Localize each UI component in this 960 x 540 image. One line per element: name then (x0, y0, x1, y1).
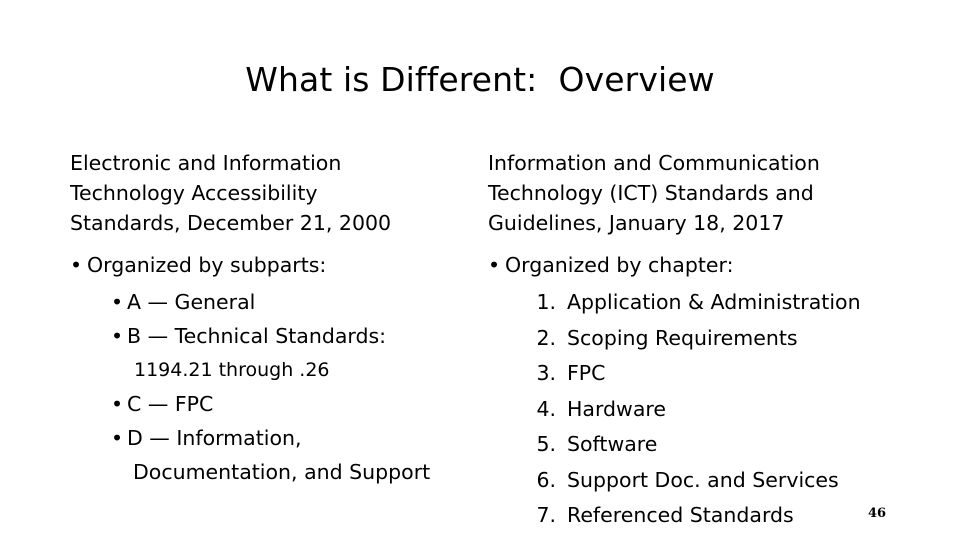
list-item: 4. Hardware (488, 392, 898, 428)
bullet-icon: • (488, 253, 501, 277)
list-item-label: 1194.21 through .26 (134, 359, 330, 381)
list-item-label: Support Doc. and Services (567, 467, 839, 492)
list-item: • B — Technical Standards: (70, 319, 470, 353)
list-item-label: A — General (127, 290, 256, 314)
left-lead-bullet-label: Organized by subparts: (87, 253, 327, 277)
list-item: • A — General (70, 285, 470, 319)
bullet-icon: • (111, 290, 124, 314)
list-item-label: C — FPC (127, 392, 214, 416)
list-item-label: FPC (567, 361, 606, 385)
list-item-label: Scoping Requirements (567, 325, 798, 350)
bullet-icon: • (111, 426, 124, 450)
right-numbered-list: 1. Application & Administration 2. Scopi… (488, 285, 898, 534)
list-item: • C — FPC (70, 387, 470, 421)
bullet-icon: • (111, 392, 124, 416)
right-heading-line-2: Technology (ICT) Standards and (488, 181, 814, 205)
list-item: 5. Software (488, 427, 898, 463)
left-heading-line-1: Electronic and Information (70, 151, 342, 175)
list-item-label: D — Information, (127, 426, 302, 450)
list-item: 7. Referenced Standards (488, 498, 898, 534)
left-heading-line-2: Technology Accessibility (70, 181, 318, 205)
list-item-number: 6. (536, 467, 556, 492)
left-column-heading: Electronic and Information Technology Ac… (70, 148, 470, 238)
bullet-icon: • (70, 253, 83, 277)
right-heading-line-3: Guidelines, January 18, 2017 (488, 211, 785, 235)
list-item-number: 2. (536, 325, 556, 350)
list-item-label: Referenced Standards (567, 503, 794, 527)
list-item: 3. FPC (488, 356, 898, 392)
list-item-number: 3. (536, 361, 556, 385)
list-item-number: 5. (536, 432, 556, 456)
list-item-number: 1. (536, 290, 556, 314)
right-content-column: Information and Communication Technology… (488, 148, 898, 534)
right-column-heading: Information and Communication Technology… (488, 148, 898, 238)
right-lead-bullet: • Organized by chapter: (488, 250, 898, 280)
list-item-label: Software (567, 432, 658, 456)
list-item-number: 4. (536, 396, 556, 421)
list-item-label: Hardware (567, 396, 666, 421)
list-item-label: B — Technical Standards: (127, 324, 387, 348)
list-item: 2. Scoping Requirements (488, 321, 898, 357)
slide: What is Different: Overview Electronic a… (0, 0, 960, 540)
list-item-continuation: 1194.21 through .26 (70, 353, 470, 387)
left-heading-line-3: Standards, December 21, 2000 (70, 211, 392, 235)
left-sub-list: • A — General • B — Technical Standards:… (70, 285, 470, 489)
right-heading-line-1: Information and Communication (488, 151, 820, 175)
list-item: 1. Application & Administration (488, 285, 898, 321)
page-number: 46 (868, 506, 887, 521)
left-lead-bullet: • Organized by subparts: (70, 250, 470, 280)
right-lead-bullet-label: Organized by chapter: (505, 253, 734, 277)
page-title: What is Different: Overview (245, 60, 715, 99)
list-item-label-wrap: Documentation, and Support (133, 460, 431, 484)
bullet-icon: • (111, 324, 124, 348)
list-item-number: 7. (536, 503, 556, 527)
list-item-label: Application & Administration (567, 290, 861, 314)
list-item: • D — Information, Documentation, and Su… (70, 421, 470, 489)
left-content-column: Electronic and Information Technology Ac… (70, 148, 470, 489)
list-item: 6. Support Doc. and Services (488, 463, 898, 499)
